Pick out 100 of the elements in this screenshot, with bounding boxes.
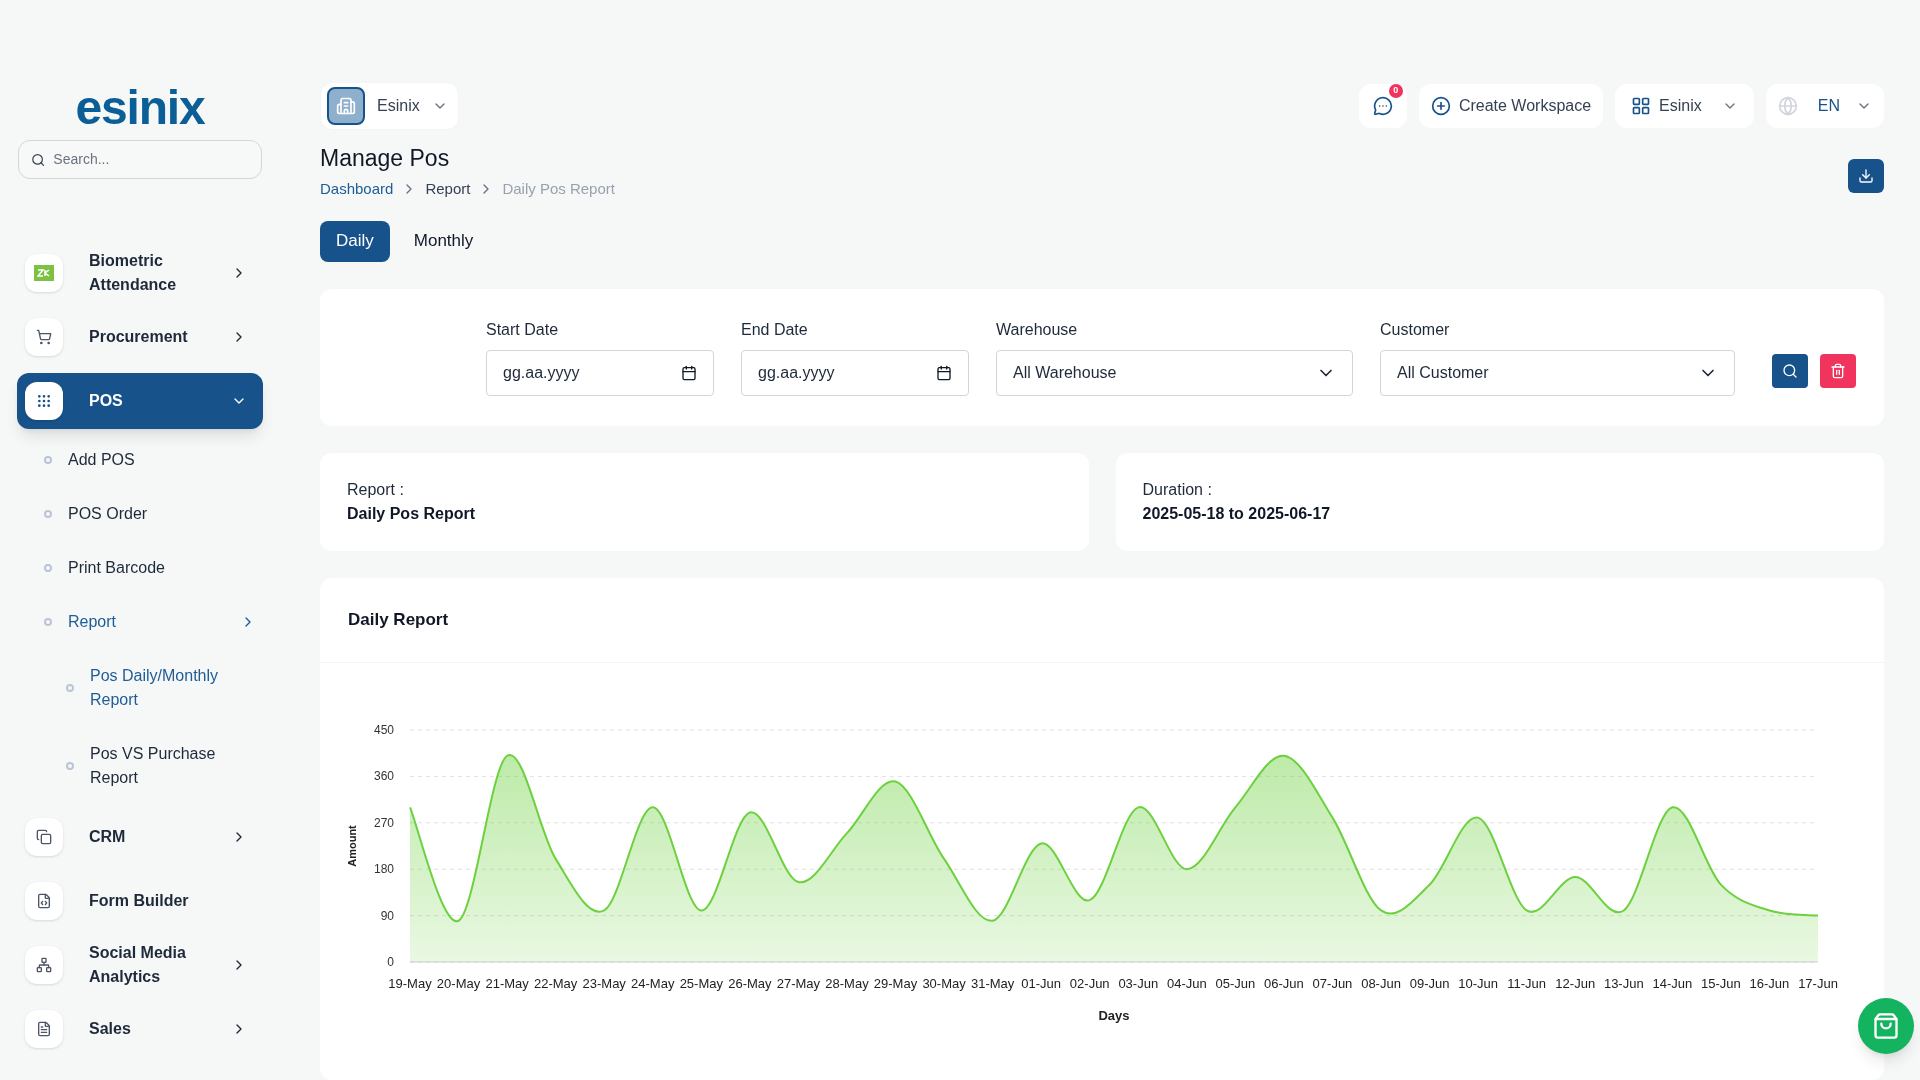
y-tick-label: 90 [380, 908, 394, 923]
field-label: Start Date [486, 320, 560, 340]
logo: esinix [75, 84, 205, 132]
download-icon [1858, 167, 1874, 184]
grid-icon [36, 393, 52, 409]
calendar-icon [936, 365, 952, 381]
zk-logo-icon [34, 265, 54, 281]
x-tick-label: 27-May [776, 975, 821, 991]
y-tick-label: 360 [373, 768, 394, 783]
search-button[interactable] [1772, 354, 1808, 388]
x-tick-label: 05-Jun [1215, 975, 1256, 991]
sidebar-item[interactable]: CRM [17, 805, 263, 869]
globe-icon [1777, 96, 1798, 116]
clear-button[interactable] [1820, 354, 1856, 388]
submenu-item[interactable]: Pos VS Purchase Report [90, 742, 230, 790]
bullet-icon [44, 618, 52, 626]
trash-icon [1830, 363, 1846, 379]
breadcrumb-item: Daily Pos Report [502, 179, 615, 199]
submenu-item[interactable]: POS Order [68, 502, 208, 526]
x-tick-label: 17-Jun [1798, 975, 1838, 991]
sidebar-item[interactable]: Social Media Analytics [17, 933, 263, 997]
search-field[interactable]: Search... [18, 140, 262, 179]
workspace-selector[interactable]: Esinix [320, 82, 459, 130]
select-field[interactable]: All Customer [1380, 350, 1735, 396]
x-tick-label: 24-May [631, 975, 675, 991]
sidebar-item-label: CRM [89, 827, 127, 847]
building-icon [336, 96, 356, 116]
sidebar-item[interactable]: Form Builder [17, 869, 263, 933]
search-icon [31, 151, 46, 168]
submenu-item[interactable]: Print Barcode [68, 556, 208, 580]
sidebar-item[interactable]: Sales [17, 997, 263, 1061]
select-field[interactable]: All Warehouse [996, 350, 1353, 396]
tab[interactable]: Daily [320, 220, 390, 262]
x-tick-label: 30-May [922, 975, 966, 991]
x-tick-label: 20-May [436, 975, 481, 991]
messages-button[interactable]: 0 [1358, 84, 1407, 128]
date-field[interactable]: gg.aa.yyyy [741, 350, 969, 396]
x-tick-label: 28-May [825, 975, 869, 991]
cart-icon [36, 329, 52, 345]
x-tick-label: 14-Jun [1652, 975, 1693, 991]
download-button[interactable] [1848, 158, 1884, 193]
x-tick-label: 23-May [582, 975, 626, 991]
x-tick-label: 10-Jun [1458, 975, 1498, 991]
sidebar-item[interactable]: Procurement [17, 305, 263, 369]
y-tick-label: 0 [387, 954, 394, 969]
field-value: All Warehouse [1013, 363, 1117, 383]
info-value: 2025-05-18 to 2025-06-17 [1142, 503, 1332, 524]
x-tick-label: 29-May [873, 975, 918, 991]
create-workspace-button[interactable]: Create Workspace [1418, 84, 1604, 128]
document-icon [36, 1021, 52, 1037]
plus-circle-icon [1430, 96, 1451, 116]
sidebar-item[interactable]: POS [17, 373, 263, 429]
y-tick-label: 450 [373, 722, 394, 737]
x-tick-label: 06-Jun [1264, 975, 1304, 991]
field-value: gg.aa.yyyy [503, 363, 580, 383]
submenu-item[interactable]: Add POS [68, 448, 208, 472]
bullet-icon [44, 564, 52, 572]
search-icon [1782, 363, 1798, 379]
x-tick-label: 19-May [388, 975, 432, 991]
info-label: Report : [347, 479, 405, 500]
breadcrumb-item[interactable]: Dashboard [320, 178, 394, 201]
x-tick-label: 03-Jun [1118, 975, 1159, 991]
breadcrumb-item[interactable]: Report [425, 178, 471, 201]
chat-icon [1372, 96, 1393, 116]
search-input[interactable]: Search... [53, 149, 249, 170]
tab[interactable]: Monthly [397, 220, 490, 262]
submenu-item[interactable]: Pos Daily/Monthly Report [90, 664, 230, 712]
field-label: End Date [741, 320, 809, 340]
network-icon [36, 957, 52, 973]
code-file-icon [36, 893, 52, 909]
date-field[interactable]: gg.aa.yyyy [486, 350, 714, 396]
submenu-item[interactable]: Report [68, 610, 208, 634]
sidebar-item-label: POS [89, 391, 124, 411]
bullet-icon [44, 510, 52, 518]
field-label: Warehouse [996, 320, 1079, 340]
sidebar-item-label: Biometric Attendance [89, 251, 178, 295]
x-tick-label: 02-Jun [1069, 975, 1110, 991]
x-tick-label: 31-May [970, 975, 1015, 991]
bullet-icon [66, 684, 74, 692]
squares-icon [36, 829, 52, 845]
y-axis-title: Amount [346, 824, 358, 867]
y-tick-label: 270 [373, 815, 394, 830]
calendar-icon [681, 365, 697, 381]
field-value: All Customer [1397, 363, 1489, 383]
language-selector[interactable]: EN [1765, 84, 1884, 128]
y-tick-label: 180 [373, 861, 394, 876]
x-tick-label: 26-May [728, 975, 772, 991]
apps-icon [1631, 96, 1652, 116]
x-tick-label: 11-Jun [1507, 975, 1547, 991]
x-tick-label: 16-Jun [1749, 975, 1790, 991]
x-tick-label: 25-May [679, 975, 723, 991]
workspace-dropdown[interactable]: Esinix [1615, 84, 1754, 128]
x-tick-label: 13-Jun [1603, 975, 1644, 991]
x-tick-label: 01-Jun [1021, 975, 1062, 991]
x-tick-label: 09-Jun [1409, 975, 1450, 991]
sidebar-item[interactable]: Biometric Attendance [17, 241, 263, 305]
cart-fab-button[interactable] [1858, 998, 1914, 1054]
bullet-icon [44, 456, 52, 464]
x-tick-label: 15-Jun [1701, 975, 1741, 991]
sidebar-item-label: Form Builder [89, 891, 190, 911]
